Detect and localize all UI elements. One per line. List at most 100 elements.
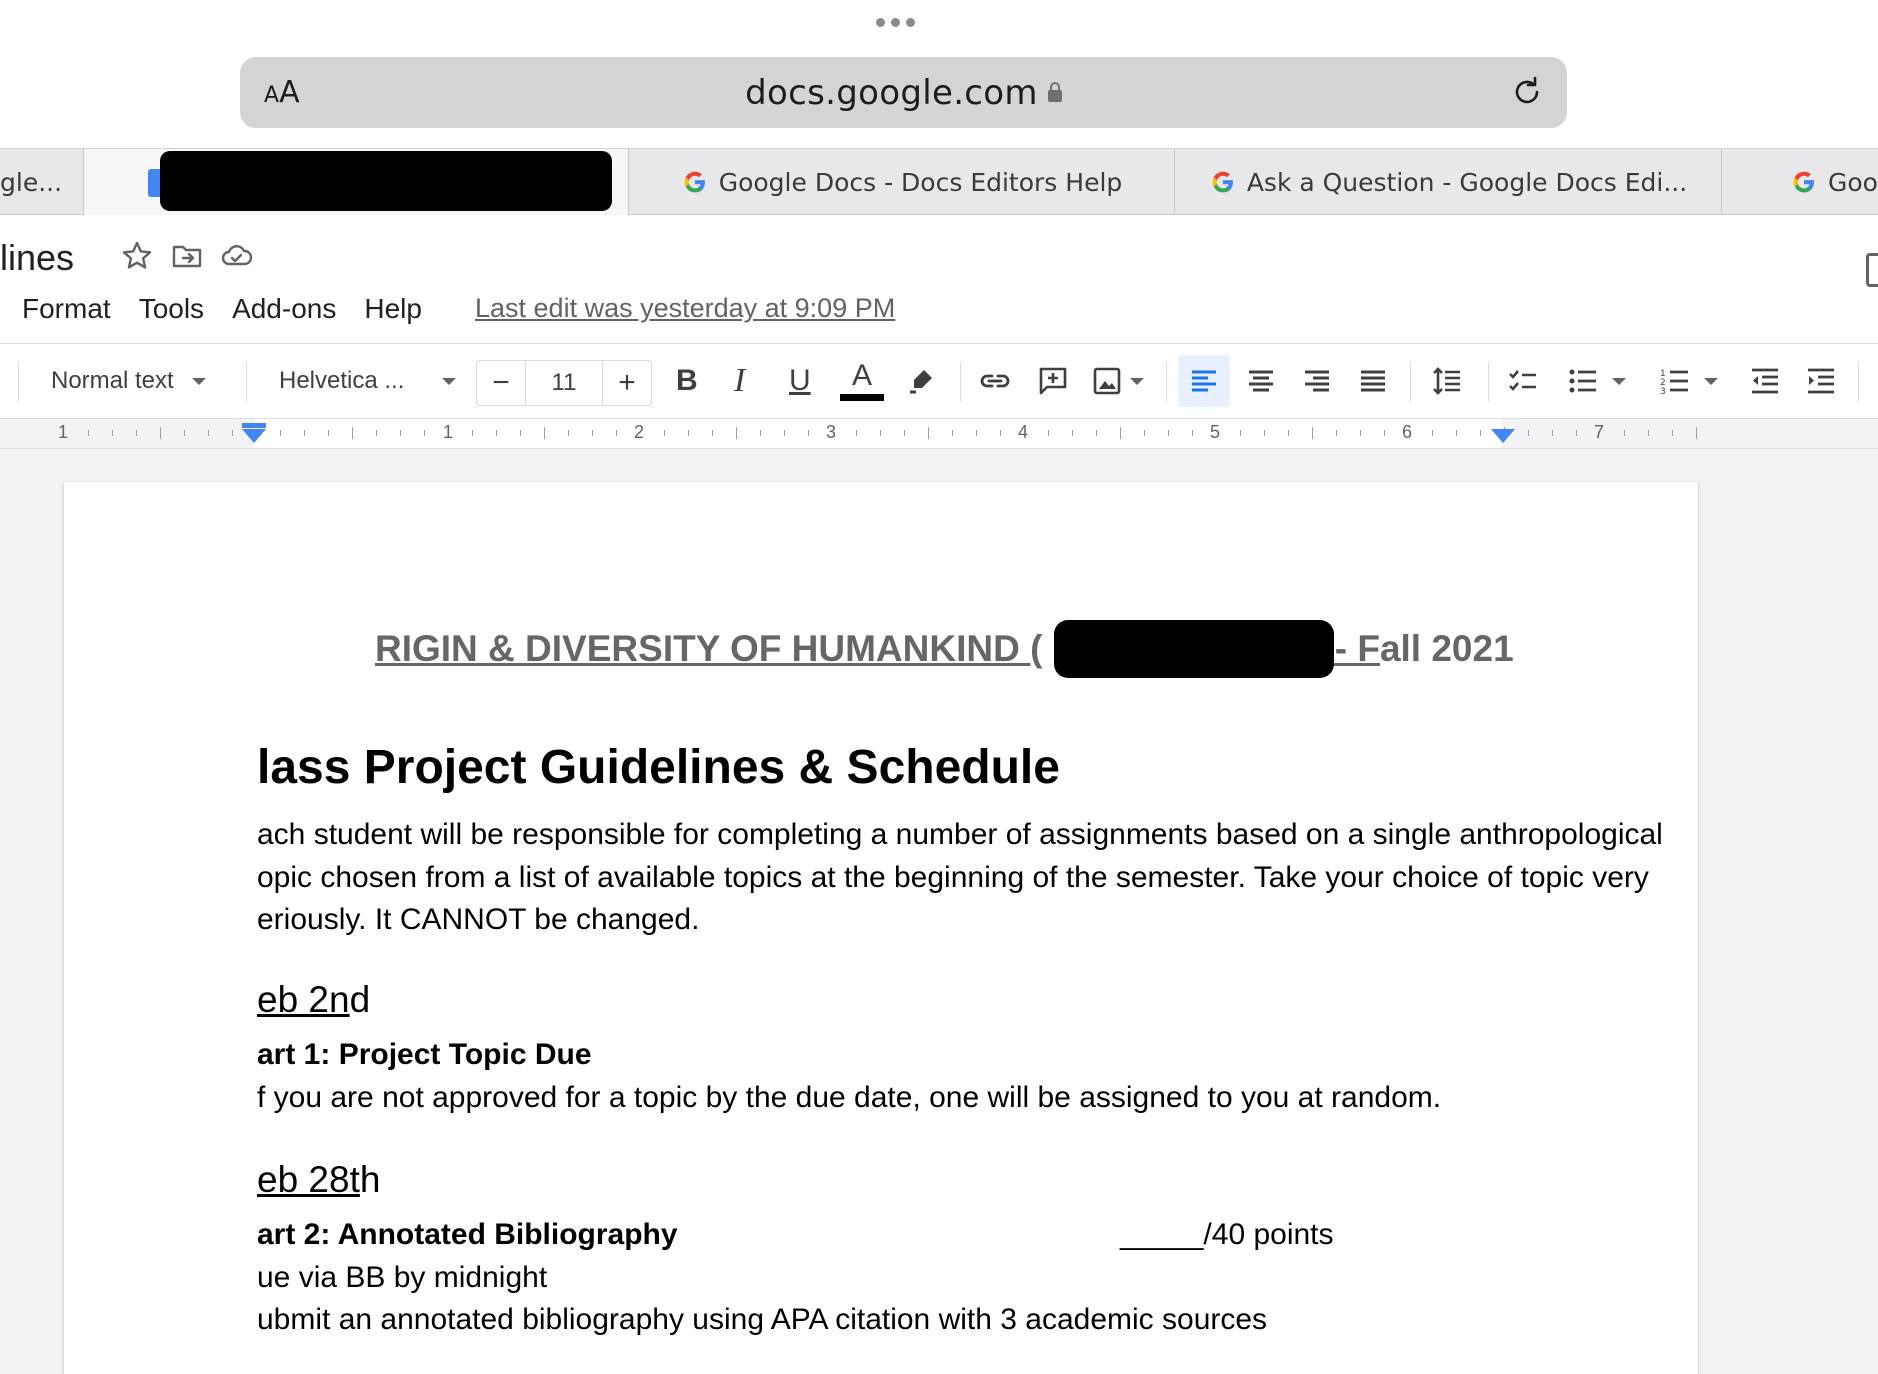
ruler-number: 3 <box>826 422 837 442</box>
ruler-tick <box>136 430 137 436</box>
ruler-tick <box>208 430 209 436</box>
formatting-toolbar: Normal text Helvetica ... − 11 + B I U A <box>0 343 1878 419</box>
intro-line-3: eriously. It CANNOT be changed. <box>257 903 700 936</box>
ruler-number: 1 <box>443 422 454 442</box>
numbered-list-button[interactable]: 123 <box>1658 344 1718 418</box>
menu-format[interactable]: Format <box>22 293 111 325</box>
insert-image-button[interactable] <box>1090 344 1144 418</box>
ruler-number: 2 <box>634 422 645 442</box>
underline-button[interactable]: U <box>789 344 811 418</box>
last-edit-link[interactable]: Last edit was yesterday at 9:09 PM <box>475 293 895 324</box>
reload-icon[interactable] <box>1509 74 1545 110</box>
decrease-indent-button[interactable] <box>1748 344 1782 418</box>
tab-2-active[interactable] <box>84 149 629 215</box>
ruler-tick <box>1096 430 1097 436</box>
decrease-font-size-button[interactable]: − <box>477 366 525 400</box>
menu-tools[interactable]: Tools <box>139 293 204 325</box>
ruler-tick <box>1384 430 1385 436</box>
ruler-tick <box>1336 430 1337 436</box>
tab-4[interactable]: Ask a Question - Google Docs Edi... <box>1175 149 1722 215</box>
font-size-input[interactable]: 11 <box>525 361 603 405</box>
increase-indent-icon <box>1808 368 1834 394</box>
document-page[interactable]: RIGIN & DIVERSITY OF HUMANKIND ()- Fall … <box>64 482 1698 1374</box>
course-heading-term: all 2021 <box>1379 628 1514 669</box>
bulleted-list-icon <box>1569 369 1596 393</box>
tab-title: Ask a Question - Google Docs Edi... <box>1246 167 1688 197</box>
ruler-tick <box>1432 430 1433 436</box>
ruler-tick <box>784 430 785 436</box>
ruler-tick <box>424 430 425 436</box>
ruler-tick <box>856 430 857 436</box>
first-line-indent-handle[interactable] <box>242 423 266 428</box>
ruler-tick <box>112 430 113 436</box>
ruler-tick <box>472 430 473 436</box>
align-right-icon <box>1305 370 1329 392</box>
bold-icon: B <box>676 364 698 397</box>
ruler-tick <box>1456 430 1457 436</box>
menu-addons[interactable]: Add-ons <box>232 293 336 325</box>
ruler-tick <box>88 430 89 436</box>
increase-indent-button[interactable] <box>1804 344 1838 418</box>
add-comment-button[interactable] <box>1036 344 1070 418</box>
align-right-button[interactable] <box>1300 344 1334 418</box>
ruler-tick <box>304 430 305 436</box>
section-2-line-2: ubmit an annotated bibliography using AP… <box>257 1303 1268 1336</box>
menu-help[interactable]: Help <box>364 293 422 325</box>
ruler-tick <box>616 430 617 436</box>
ruler-number: 4 <box>1018 422 1029 442</box>
highlight-button[interactable] <box>904 344 938 418</box>
ruler-tick <box>568 430 569 436</box>
text-color-swatch <box>840 394 884 401</box>
align-left-button[interactable] <box>1178 355 1230 407</box>
section-1-text: f you are not approved for a topic by th… <box>257 1081 1442 1114</box>
left-indent-handle[interactable] <box>242 429 266 443</box>
right-indent-handle[interactable] <box>1491 429 1515 443</box>
ruler-tick <box>1288 430 1289 436</box>
ruler-tick <box>1696 427 1697 439</box>
section-2-date-suffix: h <box>359 1159 381 1200</box>
font-dropdown[interactable]: Helvetica ... <box>279 344 457 418</box>
line-spacing-icon <box>1433 367 1460 395</box>
side-panel-icon[interactable] <box>1866 253 1878 287</box>
paragraph-style-dropdown[interactable]: Normal text <box>51 344 206 418</box>
ruler-tick <box>592 430 593 436</box>
link-icon <box>980 374 1010 388</box>
google-g-icon <box>684 171 705 193</box>
ruler-number: 6 <box>1402 422 1413 442</box>
italic-button[interactable]: I <box>734 344 745 418</box>
tab-3[interactable]: Google Docs - Docs Editors Help <box>629 149 1175 215</box>
move-folder-icon[interactable] <box>170 239 204 273</box>
document-title[interactable]: lines <box>0 237 74 279</box>
ruler-tick <box>520 430 521 436</box>
address-bar[interactable]: AA docs.google.com <box>240 57 1567 128</box>
ruler-tick <box>1144 430 1145 436</box>
ruler-tick <box>1120 427 1121 439</box>
ruler-tick <box>1312 427 1313 439</box>
tab-1[interactable]: gle... <box>0 149 84 215</box>
numbered-list-icon: 123 <box>1660 369 1688 397</box>
italic-icon: I <box>734 362 746 399</box>
intro-line-1: ach student will be responsible for comp… <box>257 818 1663 851</box>
bulleted-list-button[interactable] <box>1566 344 1626 418</box>
increase-font-size-button[interactable]: + <box>603 366 651 400</box>
svg-text:3: 3 <box>1660 387 1666 397</box>
tab-title: gle... <box>0 167 63 197</box>
url-display[interactable]: docs.google.com <box>240 73 1567 113</box>
multitask-dots[interactable] <box>876 18 915 27</box>
ruler-tick <box>160 427 161 439</box>
justify-button[interactable] <box>1356 344 1390 418</box>
lock-icon <box>1047 82 1062 102</box>
section-1-date-suffix: d <box>349 979 371 1020</box>
google-g-icon <box>1793 171 1814 193</box>
checklist-button[interactable] <box>1506 344 1540 418</box>
cloud-status-icon[interactable] <box>220 239 254 273</box>
align-center-button[interactable] <box>1244 344 1278 418</box>
bold-button[interactable]: B <box>676 344 698 418</box>
star-icon[interactable] <box>120 239 154 273</box>
line-spacing-button[interactable] <box>1430 344 1464 418</box>
ruler[interactable]: 1 1 2 3 4 5 6 7 <box>0 419 1878 449</box>
insert-link-button[interactable] <box>978 344 1012 418</box>
tab-5[interactable]: Goo <box>1722 149 1878 215</box>
text-color-button[interactable]: A <box>840 344 884 418</box>
chevron-down-icon <box>191 377 206 385</box>
